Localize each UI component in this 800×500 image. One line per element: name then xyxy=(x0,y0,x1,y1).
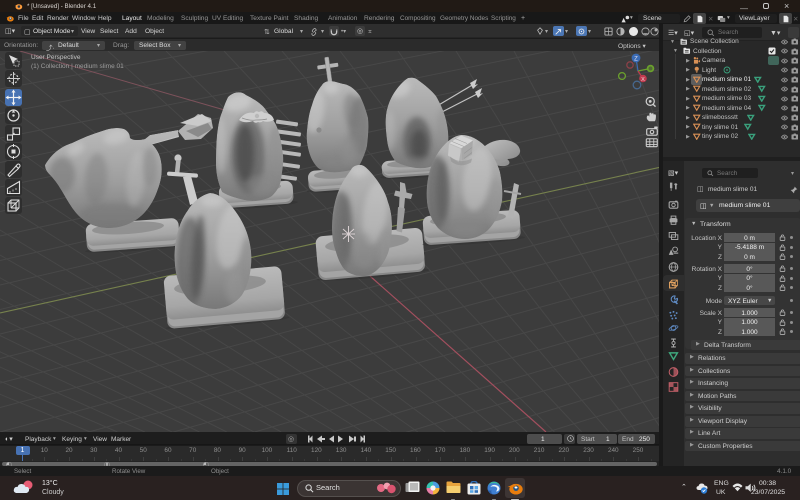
svg-text:X: X xyxy=(641,77,645,83)
svg-text:Z: Z xyxy=(634,57,638,63)
